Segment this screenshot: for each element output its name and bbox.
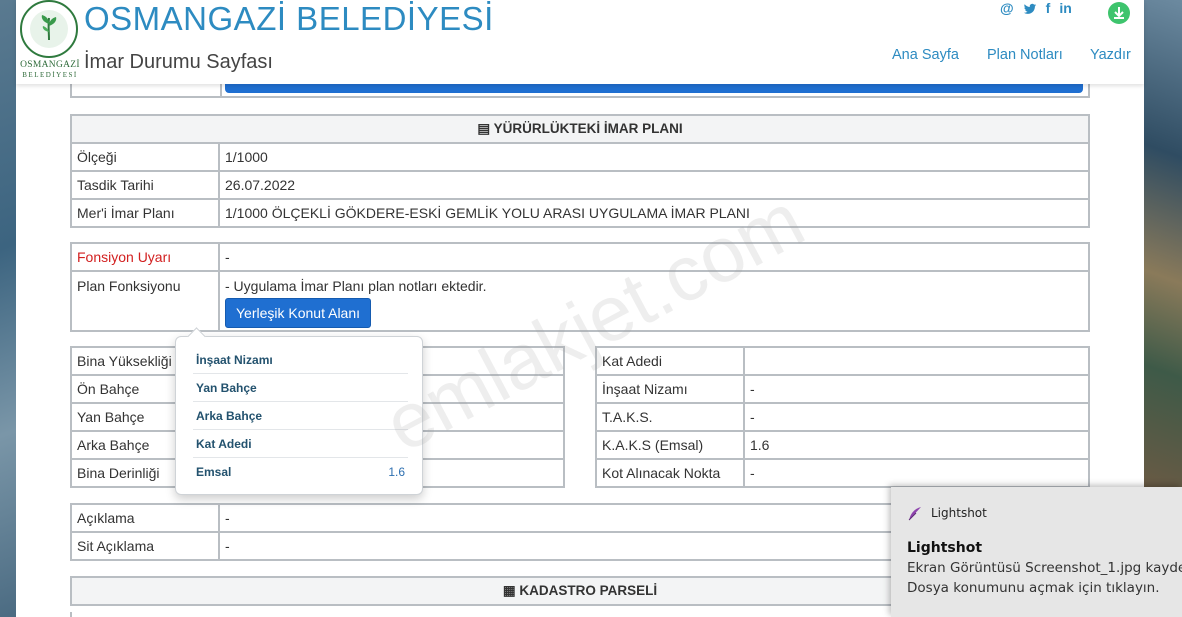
twitter-icon[interactable] (1023, 2, 1037, 16)
table-row: Tasdik Tarihi 26.07.2022 (70, 170, 1090, 200)
nav-plan-notes[interactable]: Plan Notları (987, 47, 1063, 63)
grid-icon: ▦ (502, 583, 516, 598)
row-value: - (743, 458, 1090, 488)
table-row: Ölçeği 1/1000 (70, 142, 1090, 172)
row-label: K.A.K.S (Emsal) (595, 430, 745, 460)
row-label: İnşaat Nizamı (595, 374, 745, 404)
lightshot-notification[interactable]: Lightshot Lightshot Ekran Görüntüsü Scre… (891, 487, 1182, 617)
row-value (743, 346, 1090, 376)
row-label: Sit Açıklama (70, 531, 220, 561)
notification-app-name: Lightshot (931, 506, 987, 520)
table-row: Fonsiyon Uyarı - (70, 242, 1090, 272)
function-popover: İnşaat Nizamı Yan Bahçe Arka Bahçe Kat A… (175, 336, 423, 495)
table-row: İnşaat Nizamı - (595, 374, 1090, 404)
social-links: @ f in (1000, 0, 1072, 18)
notification-message: Ekran Görüntüsü Screenshot_1.jpg kaydedi… (907, 560, 1182, 576)
linkedin-icon[interactable]: in (1059, 0, 1071, 18)
notification-title: Lightshot (907, 540, 983, 556)
popover-row: Kat Adedi (193, 430, 408, 458)
row-label: Açıklama (70, 503, 220, 533)
plan-table: ▤ YÜRÜRLÜKTEKİ İMAR PLANI Ölçeği 1/1000 … (70, 114, 1090, 228)
row-label: Kot Alınacak Nokta (595, 458, 745, 488)
table-row: Kat Adedi (595, 346, 1090, 376)
logo-seal (20, 0, 78, 58)
row-label: T.A.K.S. (595, 402, 745, 432)
row-value: 1/1000 (218, 142, 1090, 172)
table-row: Mer'i İmar Planı 1/1000 ÖLÇEKLİ GÖKDERE-… (70, 198, 1090, 228)
function-table: Fonsiyon Uyarı - Plan Fonksiyonu - Uygul… (70, 242, 1090, 332)
popover-row: Yan Bahçe (193, 374, 408, 402)
document-icon: ▤ (477, 121, 491, 136)
popover-row: Arka Bahçe (193, 402, 408, 430)
plan-table-heading: ▤ YÜRÜRLÜKTEKİ İMAR PLANI (70, 114, 1090, 144)
site-header: OSMANGAZİ BELEDİYESİ OSMANGAZİ BELEDİYES… (16, 0, 1144, 84)
popover-row: İnşaat Nizamı (193, 346, 408, 374)
background-left (0, 0, 16, 617)
residential-area-button[interactable]: Yerleşik Konut Alanı (225, 298, 372, 328)
construction-details-table: Kat Adedi İnşaat Nizamı - T.A.K.S. - K.A.K… (595, 346, 1090, 488)
table-row: Plan Fonksiyonu - Uygulama İmar Planı pl… (70, 270, 1090, 332)
row-value: - (743, 374, 1090, 404)
table-row: K.A.K.S (Emsal) 1.6 (595, 430, 1090, 460)
nav-home[interactable]: Ana Sayfa (892, 47, 959, 63)
logo-name: OSMANGAZİ (20, 60, 80, 70)
logo-subtext: BELEDİYESİ (22, 71, 78, 79)
row-value: 1.6 (743, 430, 1090, 460)
row-label: Mer'i İmar Planı (70, 198, 220, 228)
leaf-icon (41, 15, 57, 41)
nav-print[interactable]: Yazdır (1090, 47, 1131, 63)
row-label: Kat Adedi (595, 346, 745, 376)
plan-function-cell: - Uygulama İmar Planı plan notları ekted… (218, 270, 1090, 332)
plan-function-value: - Uygulama İmar Planı plan notları ekted… (225, 278, 487, 294)
previous-button-fragment[interactable] (225, 84, 1083, 93)
row-label: Tasdik Tarihi (70, 170, 220, 200)
feather-icon (908, 507, 921, 521)
table-row: T.A.K.S. - (595, 402, 1090, 432)
site-title: OSMANGAZİ BELEDİYESİ (84, 0, 494, 37)
function-warning-label: Fonsiyon Uyarı (70, 242, 220, 272)
facebook-icon[interactable]: f (1046, 0, 1051, 18)
row-value: - (743, 402, 1090, 432)
plan-function-label: Plan Fonksiyonu (70, 270, 220, 332)
table-row: Kot Alınacak Nokta - (595, 458, 1090, 488)
download-icon[interactable] (1108, 2, 1130, 24)
municipality-logo[interactable]: OSMANGAZİ BELEDİYESİ (18, 0, 80, 80)
at-icon[interactable]: @ (1000, 0, 1014, 18)
function-warning-value: - (218, 242, 1090, 272)
row-value: 26.07.2022 (218, 170, 1090, 200)
row-value: 1/1000 ÖLÇEKLİ GÖKDERE-ESKİ GEMLİK YOLU … (218, 198, 1090, 228)
page-subtitle: İmar Durumu Sayfası (84, 51, 273, 73)
row-label: Ölçeği (70, 142, 220, 172)
popover-row: Emsal 1.6 (196, 465, 405, 479)
notification-hint: Dosya konumunu açmak için tıklayın. (907, 580, 1160, 596)
